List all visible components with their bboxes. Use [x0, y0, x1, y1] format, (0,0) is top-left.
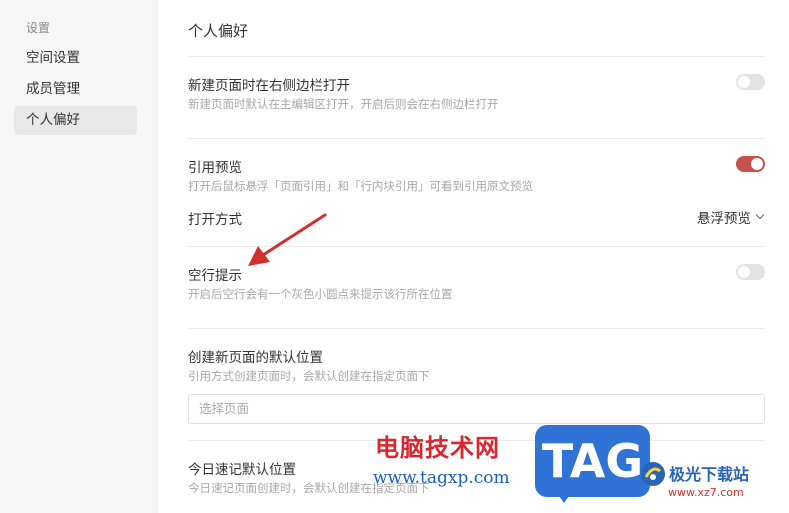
empty-line-hint-toggle[interactable] [736, 264, 765, 280]
divider [188, 56, 765, 57]
sidebar-title: 设置 [26, 21, 51, 35]
watermark2-site-name: 极光下载站 [669, 465, 750, 484]
open-in-sidebar-toggle[interactable] [736, 74, 765, 90]
divider [188, 246, 765, 247]
aurora-logo-icon [641, 462, 665, 486]
setting-quick-note-location-title: 今日速记默认位置 [188, 462, 296, 478]
reference-preview-toggle[interactable] [736, 156, 765, 172]
divider [188, 328, 765, 329]
watermark-site-name: 电脑技术网 [375, 434, 500, 462]
toggle-knob [751, 158, 763, 170]
setting-open-in-sidebar-description: 新建页面时默认在主编辑区打开，开启后则会在右侧边栏打开 [188, 97, 499, 111]
page-title: 个人偏好 [188, 22, 249, 40]
open-mode-value: 悬浮预览 [697, 211, 751, 227]
sidebar-item-space-settings[interactable]: 空间设置 [14, 44, 137, 73]
watermark-site-url: www.tagxp.com [373, 468, 510, 488]
divider [188, 138, 765, 139]
watermark2-site-url: www.xz7.com [668, 486, 744, 499]
tag-logo-badge: TAG [535, 425, 650, 497]
open-mode-label: 打开方式 [188, 212, 242, 228]
chevron-down-icon [755, 210, 765, 220]
setting-reference-preview-description: 打开后鼠标悬浮「页面引用」和「行内块引用」可看到引用原文预览 [188, 179, 533, 193]
setting-default-location-description: 引用方式创建页面时，会默认创建在指定页面下 [188, 369, 430, 383]
setting-default-location-title: 创建新页面的默认位置 [188, 350, 323, 366]
setting-empty-line-hint-title: 空行提示 [188, 268, 242, 284]
select-page-input[interactable]: 选择页面 [188, 394, 765, 424]
settings-sidebar: 设置 空间设置 成员管理 个人偏好 [0, 0, 158, 513]
sidebar-item-member-management[interactable]: 成员管理 [14, 75, 137, 104]
tag-logo-tail [554, 489, 574, 503]
setting-reference-preview-title: 引用预览 [188, 160, 242, 176]
setting-empty-line-hint-description: 开启后空行会有一个灰色小圆点来提示该行所在位置 [188, 287, 453, 301]
toggle-knob [738, 76, 750, 88]
sidebar-item-personal-preferences[interactable]: 个人偏好 [14, 106, 137, 135]
toggle-knob [738, 266, 750, 278]
open-mode-dropdown[interactable]: 悬浮预览 [697, 207, 765, 227]
setting-open-in-sidebar-title: 新建页面时在右侧边栏打开 [188, 78, 350, 94]
